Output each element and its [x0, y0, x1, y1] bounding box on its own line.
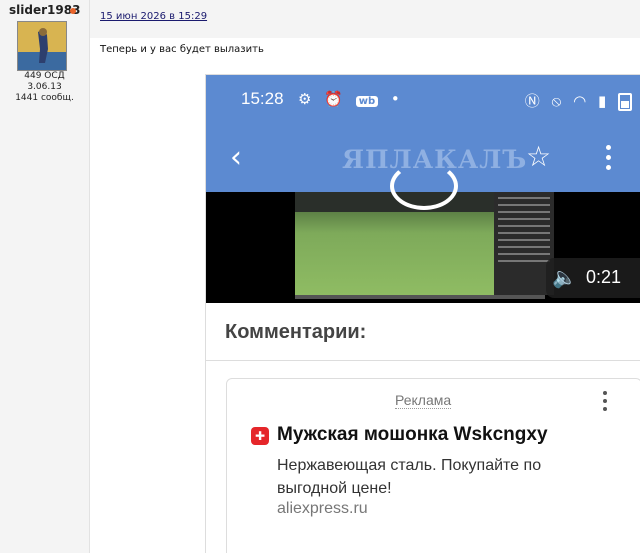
ad-card: Реклама ✚ Мужская мошонка Wskcngxy Нержа…	[226, 378, 640, 553]
ad-title: Мужская мошонка Wskcngxy	[277, 424, 548, 445]
ad-description: Нержавеющая сталь. Покупайте по выгодной…	[277, 457, 542, 497]
ad-label: Реклама	[395, 392, 452, 409]
video-chat	[494, 192, 554, 295]
video-time: 0:21	[586, 267, 622, 287]
ad-brand-icon: ✚	[251, 427, 269, 445]
author-column: slider1983 449 ОСД 3.06.13 1441 сообщ.	[0, 0, 90, 553]
divider	[206, 360, 640, 361]
video-progress	[295, 295, 545, 299]
post-header: 15 июн 2026 в 15:29	[90, 0, 640, 38]
author-posts: 1441 сообщ.	[15, 93, 74, 103]
nfc-icon: Ⓝ	[524, 92, 540, 110]
avatar[interactable]	[17, 21, 67, 71]
wifi-icon: ◠	[573, 92, 587, 110]
status-icons-left: ⚙ ⏰ wb •	[298, 90, 408, 108]
video-frame	[295, 162, 494, 295]
back-arrow-icon: ‹	[230, 140, 242, 175]
video-player: 🔈 0:21	[206, 162, 640, 303]
speaker-icon: 🔈	[552, 265, 577, 289]
status-time: 15:28	[241, 89, 284, 108]
post-text: Теперь и у вас будет вылазить	[100, 44, 264, 55]
post-image[interactable]: 15:28 ⚙ ⏰ wb • Ⓝ ⦸ ◠ ▮ ‹ ЯПЛАКАЛЪ ☆ 🔈 0:…	[206, 75, 640, 553]
mute-icon: ⦸	[551, 92, 562, 110]
author-rating: 449 ОСД	[24, 71, 65, 81]
status-icons-right: Ⓝ ⦸ ◠ ▮	[518, 90, 632, 111]
play-icon	[390, 162, 458, 210]
battery-icon	[618, 92, 632, 111]
star-icon: ☆	[526, 140, 552, 173]
video-overlay: 🔈 0:21	[546, 258, 640, 298]
online-status-icon	[70, 8, 76, 14]
ad-more-icon	[603, 391, 608, 415]
settings-icon: ⚙	[298, 90, 312, 108]
comments-title: Комментарии:	[225, 321, 367, 343]
alarm-icon: ⏰	[324, 90, 343, 108]
signal-icon: ▮	[597, 92, 607, 110]
post-date-link[interactable]: 15 июн 2026 в 15:29	[100, 11, 207, 22]
author-registered: 3.06.13	[27, 82, 62, 92]
dot-icon: •	[390, 90, 400, 108]
more-vert-icon	[606, 145, 612, 175]
wb-badge: wb	[355, 96, 379, 107]
ad-domain: aliexpress.ru	[277, 500, 368, 517]
